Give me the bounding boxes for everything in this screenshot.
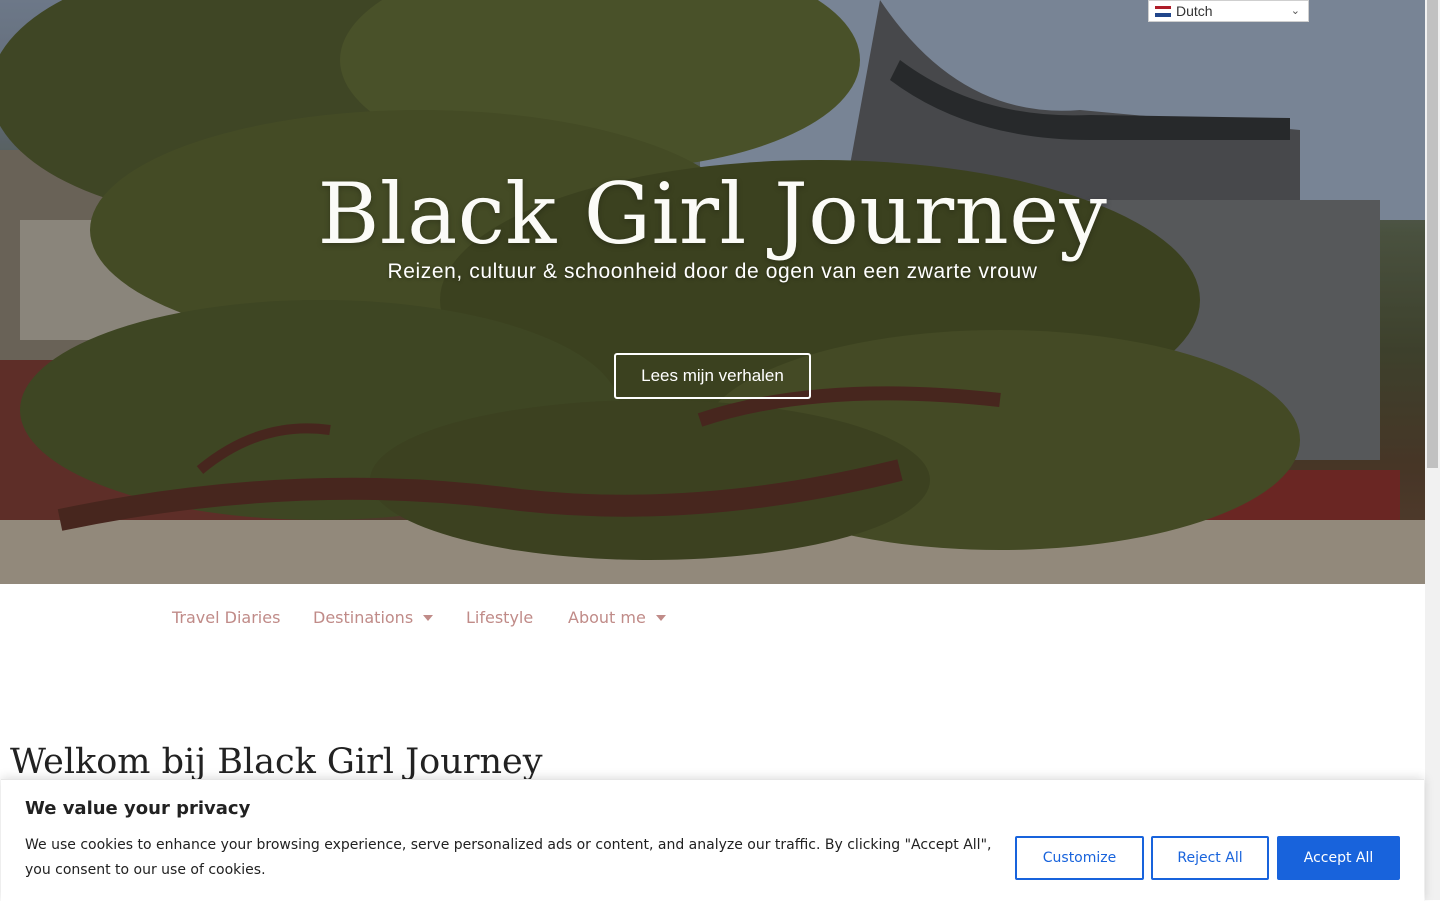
cookie-consent-banner: We value your privacy We use cookies to …: [1, 779, 1424, 901]
nav-item-lifestyle[interactable]: Lifestyle: [466, 608, 533, 627]
reject-all-button[interactable]: Reject All: [1151, 836, 1269, 880]
nav-item-label: Lifestyle: [466, 608, 534, 627]
language-label: Dutch: [1176, 3, 1213, 19]
language-selector[interactable]: Dutch ⌄: [1148, 0, 1309, 22]
page-scrollbar-thumb[interactable]: [1427, 0, 1438, 468]
site-tagline: Reizen, cultuur & schoonheid door de oge…: [387, 260, 1038, 283]
cookie-banner-text: We use cookies to enhance your browsing …: [25, 837, 992, 878]
hero-banner: Black Girl Journey Reizen, cultuur & sch…: [0, 0, 1425, 584]
site-title: Black Girl Journey: [317, 165, 1108, 263]
read-stories-button[interactable]: Lees mijn verhalen: [614, 353, 811, 399]
nav-item-destinations[interactable]: Destinations: [313, 608, 434, 627]
nav-item-about-me[interactable]: About me: [568, 608, 666, 627]
caret-down-icon: [423, 614, 434, 621]
cookie-banner-title: We value your privacy: [25, 798, 251, 819]
nav-item-label: Travel Diaries: [172, 608, 281, 627]
nav-item-travel-diaries[interactable]: Travel Diaries: [172, 608, 280, 627]
netherlands-flag-icon: [1155, 5, 1171, 17]
accept-all-button[interactable]: Accept All: [1277, 836, 1400, 880]
nav-item-label: Destinations: [313, 608, 414, 627]
caret-down-icon: [655, 614, 666, 621]
nav-item-label: About me: [568, 608, 646, 627]
welcome-heading: Welkom bij Black Girl Journey: [10, 742, 543, 782]
chevron-down-icon: ⌄: [1290, 5, 1300, 17]
main-navigation: Travel Diaries Destinations Lifestyle Ab…: [0, 584, 1425, 648]
customize-button[interactable]: Customize: [1015, 836, 1144, 880]
